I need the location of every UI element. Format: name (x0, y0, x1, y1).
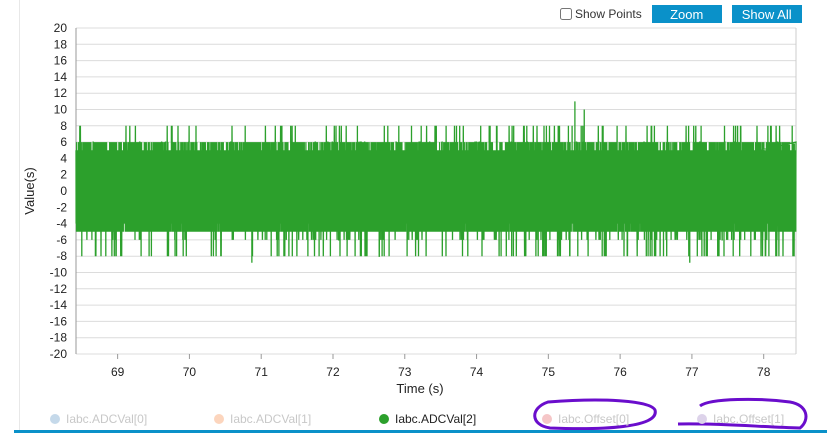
y-tick-label: -2 (56, 200, 67, 214)
legend-dot-icon (214, 414, 224, 424)
line-chart[interactable]: 20181614121086420-2-4-6-8-10-12-14-16-18… (0, 0, 827, 433)
y-tick-label: 6 (60, 135, 67, 149)
y-tick-label: 20 (54, 21, 68, 35)
y-tick-label: 8 (60, 119, 67, 133)
x-tick-label: 70 (183, 365, 197, 379)
y-tick-label: 14 (54, 70, 68, 84)
legend-item[interactable]: Iabc.ADCVal[0] (50, 412, 147, 426)
x-tick-label: 74 (470, 365, 484, 379)
legend-item[interactable]: Iabc.ADCVal[2] (379, 412, 476, 426)
legend-label: Iabc.ADCVal[1] (230, 412, 312, 426)
legend-dot-icon (542, 414, 552, 424)
y-tick-label: -16 (50, 314, 68, 328)
y-tick-label: 4 (60, 151, 67, 165)
y-tick-label: -20 (50, 347, 68, 361)
x-tick-label: 73 (398, 365, 412, 379)
legend-item[interactable]: Iabc.Offset[1] (697, 412, 784, 426)
x-tick-label: 78 (757, 365, 771, 379)
legend-dot-icon (379, 414, 389, 424)
x-tick-label: 72 (326, 365, 340, 379)
legend-item[interactable]: Iabc.ADCVal[1] (214, 412, 311, 426)
x-axis-label: Time (s) (396, 381, 443, 396)
legend-item[interactable]: Iabc.Offset[0] (542, 412, 629, 426)
x-tick-label: 71 (255, 365, 269, 379)
y-tick-label: 0 (60, 184, 67, 198)
y-axis-label: Value(s) (22, 167, 37, 214)
x-tick-label: 76 (613, 365, 627, 379)
x-tick-label: 75 (542, 365, 556, 379)
y-tick-label: 2 (60, 168, 67, 182)
legend-label: Iabc.Offset[1] (713, 412, 785, 426)
y-tick-label: -18 (50, 331, 68, 345)
y-tick-label: -12 (50, 282, 68, 296)
y-tick-label: 18 (54, 37, 68, 51)
y-axis-ticks: 20181614121086420-2-4-6-8-10-12-14-16-18… (50, 21, 68, 361)
x-tick-label: 77 (685, 365, 699, 379)
legend-label: Iabc.ADCVal[2] (395, 412, 477, 426)
y-tick-label: -14 (50, 298, 68, 312)
x-tick-label: 69 (111, 365, 125, 379)
y-tick-label: 10 (54, 103, 68, 117)
legend-label: Iabc.Offset[0] (558, 412, 630, 426)
y-tick-label: 12 (54, 86, 68, 100)
y-tick-label: -4 (56, 217, 67, 231)
y-tick-label: -10 (50, 266, 68, 280)
legend: Iabc.ADCVal[0] Iabc.ADCVal[1] Iabc.ADCVal[… (0, 412, 827, 428)
x-axis-ticks: 69 70 71 72 73 74 75 76 77 78 (111, 354, 771, 379)
y-tick-label: 16 (54, 54, 68, 68)
legend-dot-icon (50, 414, 60, 424)
legend-dot-icon (697, 414, 707, 424)
y-tick-label: -6 (56, 233, 67, 247)
legend-label: Iabc.ADCVal[0] (66, 412, 148, 426)
y-tick-label: -8 (56, 249, 67, 263)
